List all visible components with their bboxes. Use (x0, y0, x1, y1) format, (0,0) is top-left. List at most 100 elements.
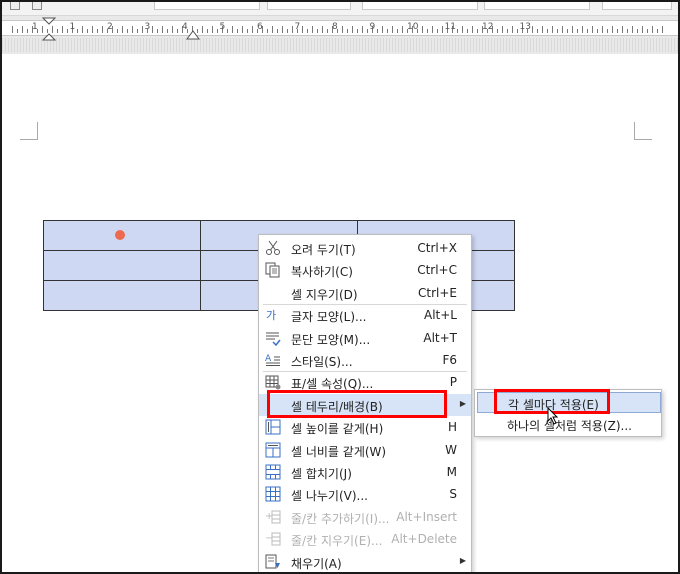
equal-width-icon (265, 442, 281, 458)
horizontal-ruler[interactable]: 1 1 2 3 4 5 6 7 8 9 10 11 12 13 (2, 20, 678, 36)
margin-corner-marker (634, 122, 652, 140)
ruler-tick (602, 26, 603, 33)
paragraph-shape-icon (265, 330, 281, 346)
ruler-tick (662, 26, 663, 33)
split-cells-icon (265, 486, 281, 502)
ruler-tick (117, 29, 118, 33)
menu-item-12[interactable]: 셀 나누기(V)... S (259, 483, 471, 505)
ruler-tick (142, 26, 143, 33)
ruler-tick (272, 26, 273, 33)
menu-item-label: 글자 모양(L)... (291, 310, 367, 325)
ruler-tick (517, 29, 518, 33)
font-dropdown[interactable] (267, 2, 351, 10)
ruler-tick (552, 26, 553, 33)
submenu-arrow-icon: ▶ (459, 398, 466, 408)
menu-item-14: − 줄/칸 지우기(E)... Alt+Delete (259, 528, 471, 550)
menu-item-3[interactable]: 셀 지우기(D) Ctrl+E (259, 282, 471, 304)
ruler-number: 7 (294, 22, 301, 32)
submenu-item-label: 하나의 셀처럼 적용(Z)... (507, 419, 632, 433)
font-size-dropdown[interactable] (484, 2, 590, 10)
menu-item-label: 문단 모양(M)... (291, 332, 371, 347)
ruler-tick (497, 29, 498, 33)
margin-corner-marker (20, 122, 38, 140)
table-properties-icon (265, 374, 281, 390)
left-indent-marker[interactable] (42, 16, 56, 42)
ruler-tick (362, 26, 363, 33)
ruler-tick (302, 26, 303, 33)
ruler-tick (207, 29, 208, 33)
ruler-tick (322, 26, 323, 33)
ruler-number: 2 (107, 22, 113, 32)
ruler-tick (577, 29, 578, 33)
ruler-tick (387, 29, 388, 33)
menu-item-6[interactable]: A 스타일(S)... F6 (259, 349, 471, 371)
font-shape-icon: 가 (265, 307, 281, 323)
ruler-tick (572, 26, 573, 33)
menu-item-4[interactable]: 가 글자 모양(L)... Alt+L (259, 304, 471, 326)
ruler-tick (327, 29, 328, 33)
ruler-tick (652, 26, 653, 33)
ruler-number: 12 (482, 22, 494, 32)
font-name-dropdown[interactable] (362, 2, 478, 10)
menu-item-label: 셀 지우기(D) (291, 287, 358, 302)
ruler-tick (357, 29, 358, 33)
ruler-tick (547, 29, 548, 33)
ruler-tick (82, 26, 83, 33)
ruler-tick (12, 26, 13, 33)
right-indent-marker[interactable] (186, 28, 200, 40)
ruler-tick (172, 26, 173, 33)
ruler-tick (432, 26, 433, 33)
menu-item-1[interactable]: 오려 두기(T) Ctrl+X (259, 237, 471, 259)
ruler-tick (22, 26, 23, 33)
toolbar-button[interactable] (32, 2, 42, 10)
menu-item-11[interactable]: 셀 합치기(J) M (259, 461, 471, 483)
ruler-number: 11 (444, 22, 456, 32)
ruler-tick (232, 26, 233, 33)
menu-item-10[interactable]: 셀 너비를 같게(W) W (259, 439, 471, 461)
menu-item-shortcut: Ctrl+E (418, 285, 457, 300)
ruler-tick (472, 26, 473, 33)
menu-item-5[interactable]: 문단 모양(M)... Alt+T (259, 327, 471, 349)
ruler-tick (437, 29, 438, 33)
toolbar-group[interactable] (602, 2, 672, 10)
menu-item-shortcut: F6 (442, 353, 457, 367)
ruler-tick (217, 29, 218, 33)
ruler-tick (282, 26, 283, 33)
menu-item-2[interactable]: 복사하기(C) Ctrl+C (259, 259, 471, 281)
ruler-tick (512, 26, 513, 33)
ruler-tick (347, 29, 348, 33)
menu-item-13: + 줄/칸 추가하기(I)... Alt+Insert (259, 506, 471, 528)
ruler-tick (152, 26, 153, 33)
ruler-tick (507, 29, 508, 33)
ruler-tick (342, 26, 343, 33)
menu-item-shortcut: Ctrl+X (417, 241, 457, 255)
menu-item-9[interactable]: 셀 높이를 같게(H) H (259, 416, 471, 438)
table-cell[interactable] (43, 280, 201, 311)
scissors-icon (265, 240, 281, 256)
style-dropdown[interactable] (154, 2, 260, 10)
ruler-number: 5 (219, 22, 226, 32)
menu-item-15[interactable]: 채우기(A) ▶ (259, 551, 471, 572)
toolbar-button[interactable] (10, 2, 20, 10)
ruler-tick (592, 26, 593, 33)
ruler-tick (532, 26, 533, 33)
ruler-tick (237, 29, 238, 33)
ruler-tick (157, 29, 158, 33)
svg-text:가: 가 (266, 309, 276, 322)
menu-item-label: 복사하기(C) (291, 265, 353, 280)
ruler-tick (87, 29, 88, 33)
ruler-tick (612, 26, 613, 33)
ruler-tick (57, 29, 58, 33)
ruler-tick (132, 26, 133, 33)
table-cell[interactable] (43, 250, 201, 281)
menu-item-shortcut: P (449, 375, 457, 390)
ruler-tick (427, 29, 428, 33)
ruler-tick (77, 29, 78, 33)
menu-item-shortcut: S (449, 487, 457, 502)
ruler-tick (287, 29, 288, 33)
ruler-tick (642, 26, 643, 33)
menu-item-label: 줄/칸 추가하기(I)... (291, 511, 390, 526)
menu-item-shortcut: W (445, 442, 457, 457)
fill-icon (265, 554, 281, 570)
submenu-item-apply-as-one-cell[interactable]: 하나의 셀처럼 적용(Z)... (477, 414, 661, 435)
